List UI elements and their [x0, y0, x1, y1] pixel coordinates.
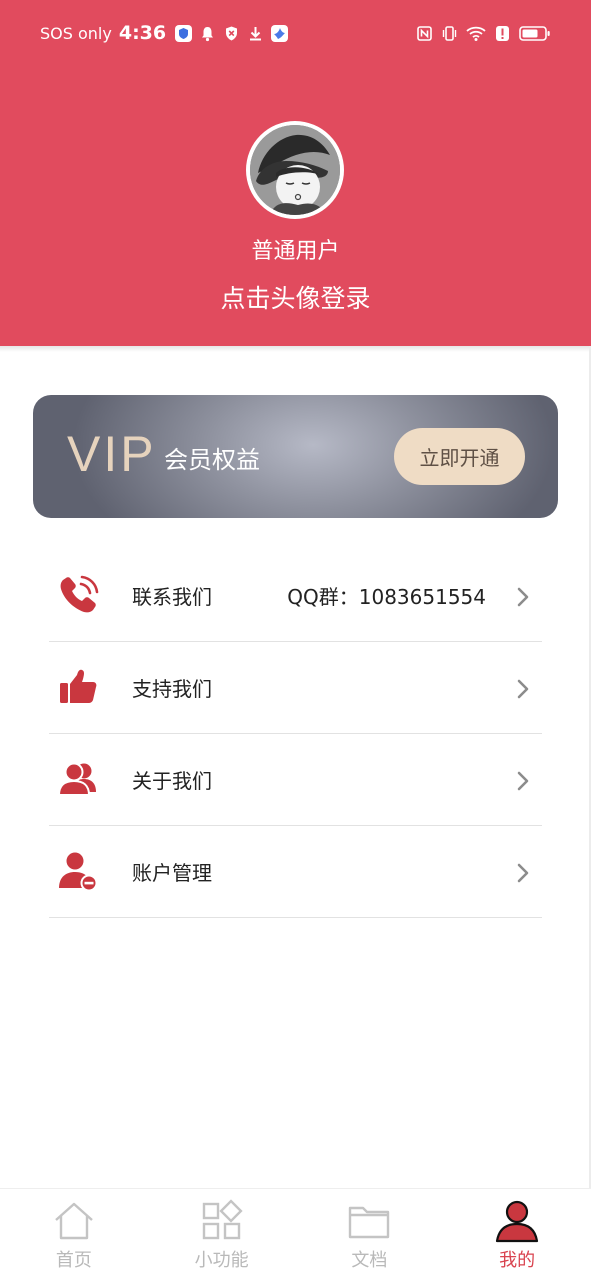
- download-icon: [250, 26, 262, 40]
- home-icon: [55, 1202, 93, 1240]
- tab-label: 我的: [499, 1250, 536, 1271]
- vip-logo: VIP: [67, 426, 157, 482]
- chevron-right-icon: [517, 863, 529, 883]
- vip-title: 会员权益: [164, 446, 260, 474]
- qq-group-number: QQ群：1083651554: [287, 585, 486, 609]
- menu-item-about-us[interactable]: 关于我们: [49, 734, 542, 826]
- vibrate-icon: [442, 25, 457, 41]
- avatar-image: [250, 125, 340, 215]
- sos-label: SOS only: [40, 23, 112, 43]
- menu-item-label: 联系我们: [132, 585, 212, 609]
- profile-header: SOS only 4:36 普通用户 点击头像登录: [0, 0, 591, 346]
- settings-menu: 联系我们 QQ群：1083651554 支持我们 关于我们 账户管理: [49, 550, 542, 918]
- username: 普通用户: [251, 239, 340, 264]
- battery-icon: [519, 25, 550, 41]
- menu-item-contact-us[interactable]: 联系我们 QQ群：1083651554: [49, 550, 542, 642]
- tab-tools[interactable]: 小功能: [148, 1189, 296, 1280]
- block-shield-icon: [226, 26, 238, 40]
- tab-label: 首页: [55, 1250, 92, 1271]
- menu-item-support-us[interactable]: 支持我们: [49, 642, 542, 734]
- folder-icon: [349, 1206, 390, 1239]
- tab-home[interactable]: 首页: [0, 1189, 148, 1280]
- tab-label: 小功能: [194, 1250, 249, 1271]
- vip-activate-button[interactable]: 立即开通: [394, 428, 525, 485]
- thumbs-up-icon: [60, 669, 97, 703]
- vip-card[interactable]: VIP 会员权益 立即开通: [33, 395, 558, 518]
- user-remove-icon: [59, 852, 98, 892]
- bird-app-icon: [271, 24, 289, 42]
- users-icon: [57, 762, 96, 796]
- chevron-right-icon: [517, 679, 529, 699]
- avatar[interactable]: [246, 121, 344, 219]
- alert-icon: [496, 25, 509, 41]
- chevron-right-icon: [517, 587, 529, 607]
- wifi-icon: [466, 26, 486, 41]
- shield-app-icon: [175, 24, 193, 42]
- status-bar: SOS only 4:36: [0, 0, 591, 66]
- tab-documents[interactable]: 文档: [296, 1189, 444, 1280]
- tab-label: 文档: [351, 1250, 388, 1271]
- apps-grid-icon: [202, 1199, 243, 1240]
- header-shadow: [0, 346, 591, 352]
- nfc-icon: [417, 25, 432, 41]
- tab-mine[interactable]: 我的: [443, 1189, 591, 1280]
- menu-item-label: 支持我们: [132, 677, 212, 701]
- clock: 4:36: [118, 22, 167, 44]
- menu-item-account-management[interactable]: 账户管理: [49, 826, 542, 918]
- login-hint[interactable]: 点击头像登录: [0, 279, 591, 315]
- bottom-tab-bar: 首页 小功能 文档 我的: [0, 1188, 591, 1280]
- bell-icon: [202, 26, 214, 41]
- menu-item-label: 账户管理: [132, 861, 212, 885]
- profile-icon: [496, 1200, 539, 1243]
- phone-icon: [60, 575, 99, 613]
- chevron-right-icon: [517, 771, 529, 791]
- menu-item-label: 关于我们: [132, 769, 212, 793]
